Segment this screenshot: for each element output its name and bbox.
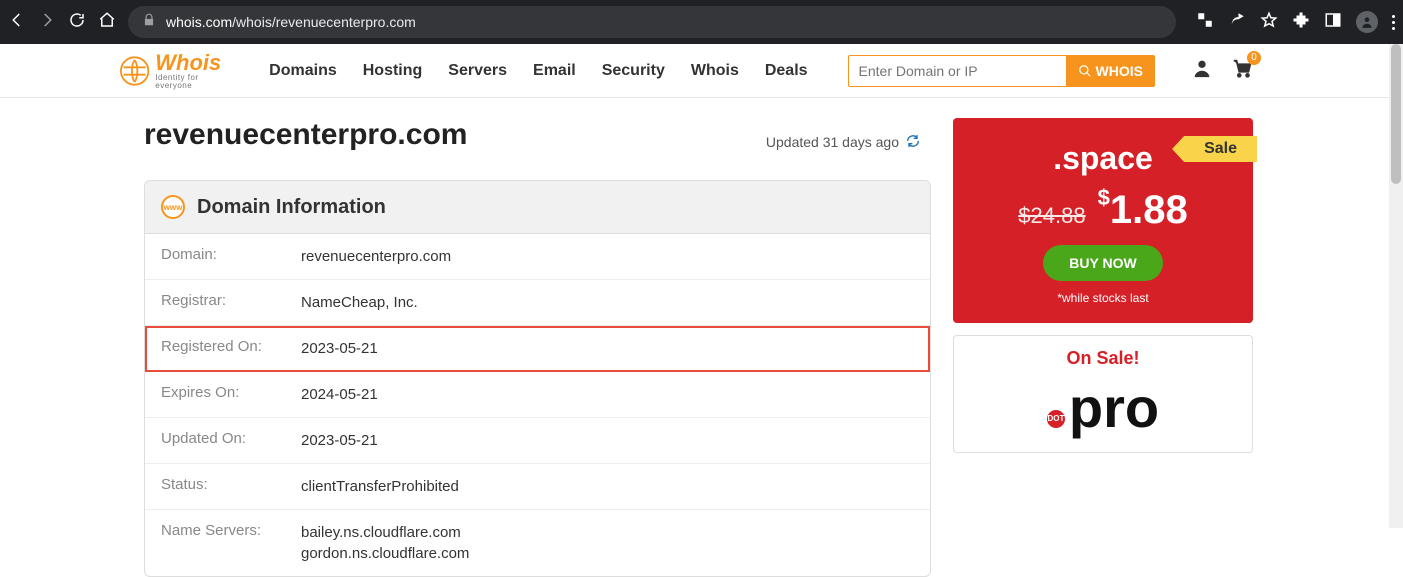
back-button[interactable] (8, 11, 26, 34)
address-bar[interactable]: whois.com/whois/revenuecenterpro.com (128, 6, 1176, 38)
info-row: Registered On:2023-05-21 (145, 326, 930, 372)
promo-pro: On Sale! DOT pro (953, 335, 1253, 453)
domain-title: revenuecenterpro.com (144, 118, 467, 152)
sale-tag: Sale (1172, 136, 1257, 162)
site-header: WhoisIdentity for everyone Domains Hosti… (0, 44, 1403, 98)
nav-servers[interactable]: Servers (448, 62, 507, 80)
scrollbar-thumb[interactable] (1391, 44, 1401, 184)
info-row: Name Servers:bailey.ns.cloudflare.comgor… (145, 510, 930, 576)
info-row: Domain:revenuecenterpro.com (145, 234, 930, 280)
dot-icon: DOT (1047, 410, 1065, 428)
info-header: Domain Information (197, 196, 386, 219)
www-icon: www (161, 195, 185, 219)
info-value: NameCheap, Inc. (301, 292, 418, 313)
search-input[interactable] (848, 55, 1066, 87)
nav-hosting[interactable]: Hosting (363, 62, 423, 80)
info-label: Registered On: (161, 338, 301, 359)
profile-avatar[interactable] (1356, 11, 1378, 33)
nav-security[interactable]: Security (602, 62, 665, 80)
cart-icon[interactable]: 0 (1231, 57, 1253, 84)
extensions-icon[interactable] (1292, 11, 1310, 34)
buy-now-button[interactable]: BUY NOW (1043, 245, 1162, 281)
new-price: $1.88 (1098, 185, 1188, 233)
nav-whois[interactable]: Whois (691, 62, 739, 80)
info-label: Expires On: (161, 384, 301, 405)
lock-icon (142, 13, 156, 32)
share-icon[interactable] (1228, 11, 1246, 34)
old-price: $24.88 (1018, 203, 1085, 229)
promo-space: Sale .space $24.88 $1.88 BUY NOW *while … (953, 118, 1253, 323)
refresh-icon[interactable] (905, 133, 921, 152)
info-label: Registrar: (161, 292, 301, 313)
info-label: Status: (161, 476, 301, 497)
info-value: 2024-05-21 (301, 384, 378, 405)
panel-icon[interactable] (1324, 11, 1342, 34)
info-value: revenuecenterpro.com (301, 246, 451, 267)
info-row: Status:clientTransferProhibited (145, 464, 930, 510)
updated-text: Updated 31 days ago (766, 134, 899, 150)
domain-info-card: www Domain Information Domain:revenuecen… (144, 180, 931, 577)
nav-domains[interactable]: Domains (269, 62, 337, 80)
bookmark-star-icon[interactable] (1260, 11, 1278, 34)
vertical-scrollbar[interactable] (1389, 44, 1403, 528)
info-label: Domain: (161, 246, 301, 267)
account-icon[interactable] (1191, 57, 1213, 84)
info-row: Registrar:NameCheap, Inc. (145, 280, 930, 326)
nav-email[interactable]: Email (533, 62, 576, 80)
info-value: 2023-05-21 (301, 430, 378, 451)
promo-pro-text: pro (1069, 375, 1159, 440)
top-nav: Domains Hosting Servers Email Security W… (269, 62, 807, 80)
kebab-menu-icon[interactable] (1392, 15, 1395, 30)
logo-sub: Identity for everyone (155, 74, 231, 90)
info-label: Updated On: (161, 430, 301, 451)
info-label: Name Servers: (161, 522, 301, 564)
reload-button[interactable] (68, 11, 86, 34)
url-text: whois.com/whois/revenuecenterpro.com (166, 14, 416, 30)
onsale-title: On Sale! (966, 348, 1240, 369)
logo-text: Whois (155, 52, 231, 74)
site-logo[interactable]: WhoisIdentity for everyone (120, 52, 231, 90)
info-value: 2023-05-21 (301, 338, 378, 359)
info-value: bailey.ns.cloudflare.comgordon.ns.cloudf… (301, 522, 469, 564)
info-row: Expires On:2024-05-21 (145, 372, 930, 418)
whois-search-button[interactable]: WHOIS (1066, 55, 1155, 87)
home-button[interactable] (98, 11, 116, 34)
forward-button[interactable] (38, 11, 56, 34)
nav-deals[interactable]: Deals (765, 62, 808, 80)
browser-toolbar: whois.com/whois/revenuecenterpro.com (0, 0, 1403, 44)
cart-count: 0 (1247, 51, 1261, 65)
translate-icon[interactable] (1196, 11, 1214, 34)
info-row: Updated On:2023-05-21 (145, 418, 930, 464)
stock-note: *while stocks last (963, 291, 1243, 305)
info-value: clientTransferProhibited (301, 476, 459, 497)
